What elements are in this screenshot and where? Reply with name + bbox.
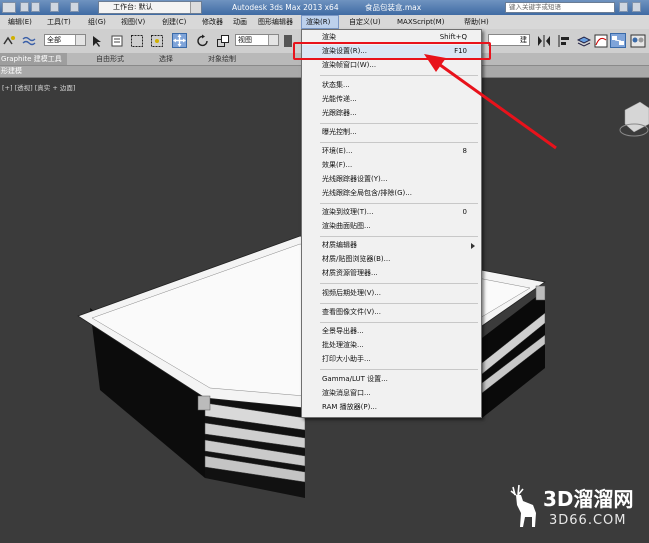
watermark: 3D溜溜网 3D66.COM (505, 483, 645, 535)
deer-logo-icon (510, 484, 536, 527)
annotation-arrow (424, 54, 557, 150)
arrow-head-icon (424, 54, 446, 72)
watermark-sub-text: 3D66.COM (549, 513, 627, 528)
watermark-main-text: 3D溜溜网 (543, 487, 634, 511)
